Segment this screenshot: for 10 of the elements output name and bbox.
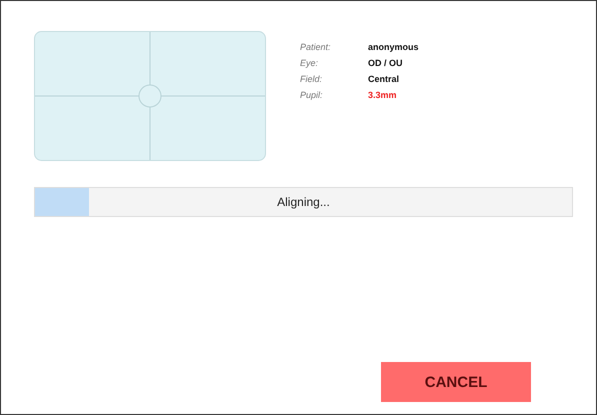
field-label: Eye: (300, 57, 320, 69)
field-value: anonymous (368, 41, 419, 53)
progress-label: Aligning... (277, 195, 330, 209)
field-value: Central (368, 73, 400, 85)
field-label: Pupil: (300, 89, 324, 101)
field-value: OD / OU (368, 57, 403, 69)
field-value: 3.3mm (368, 89, 397, 101)
field-label: Patient: (300, 41, 332, 53)
field-label: Field: (300, 73, 324, 85)
cancel-button[interactable]: CANCEL (381, 362, 531, 402)
